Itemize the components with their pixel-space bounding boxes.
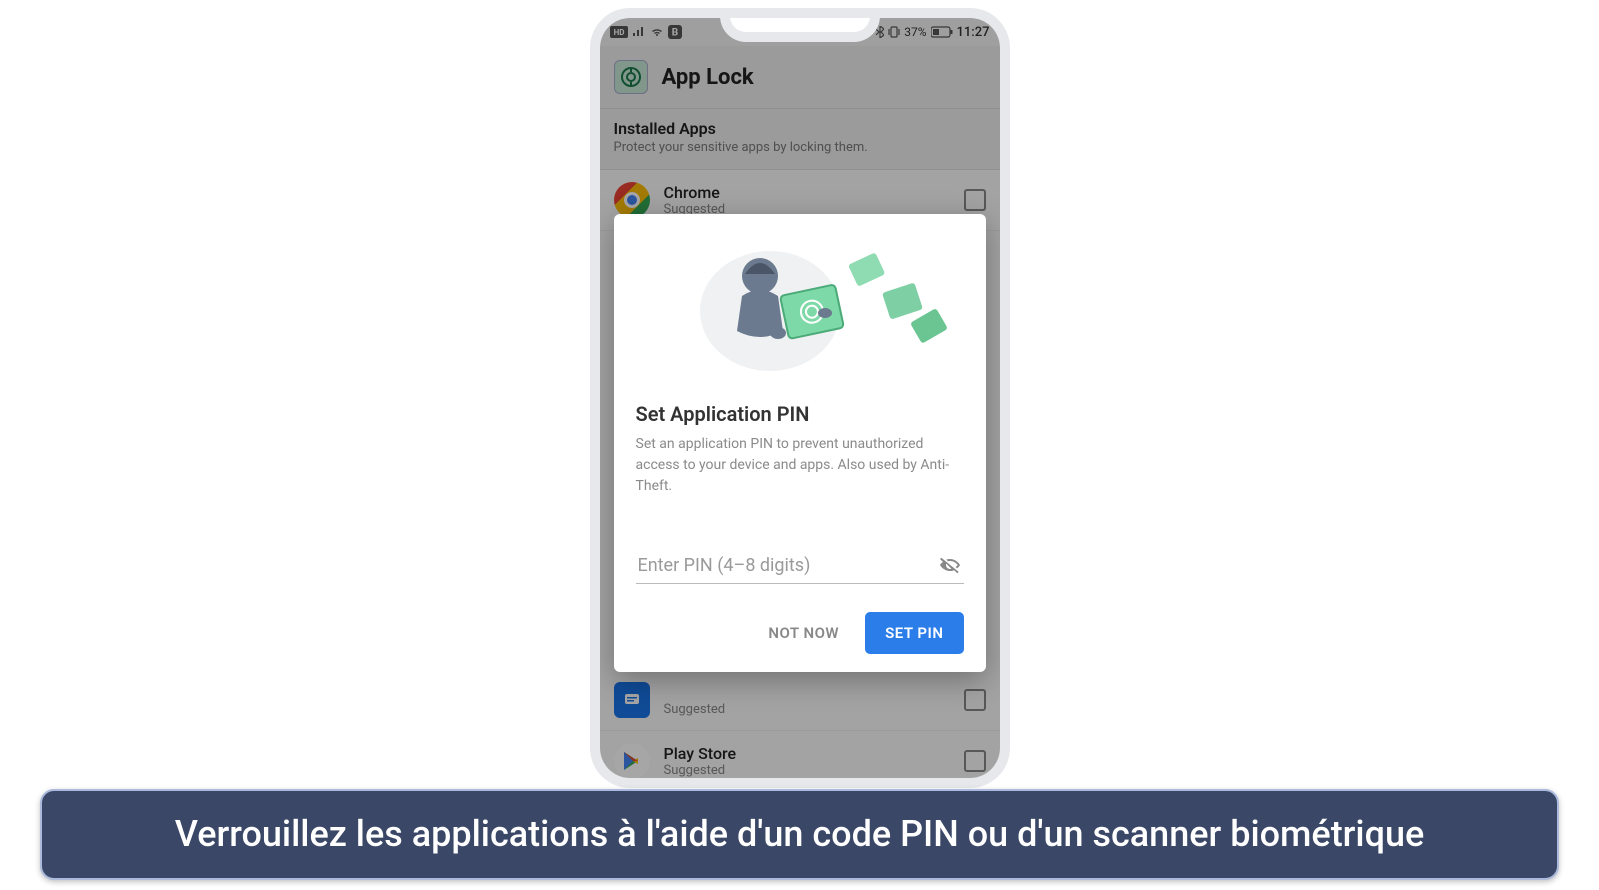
modal-description: Set an application PIN to prevent unauth…	[636, 434, 964, 497]
phone-content: HD B 37%	[600, 18, 1000, 778]
set-pin-button[interactable]: SET PIN	[865, 612, 963, 654]
phone-notch	[720, 16, 880, 42]
pin-input[interactable]	[638, 555, 930, 576]
modal-title: Set Application PIN	[636, 402, 964, 426]
caption-bar: Verrouillez les applications à l'aide d'…	[40, 789, 1559, 880]
pin-modal: Set Application PIN Set an application P…	[614, 214, 986, 672]
modal-illustration	[636, 236, 964, 386]
phone-frame: HD B 37%	[590, 8, 1010, 788]
caption-text: Verrouillez les applications à l'aide d'…	[72, 811, 1527, 858]
visibility-off-icon[interactable]	[938, 553, 962, 577]
pin-field	[636, 547, 964, 584]
not-now-button[interactable]: NOT NOW	[756, 614, 851, 652]
modal-actions: NOT NOW SET PIN	[636, 612, 964, 654]
